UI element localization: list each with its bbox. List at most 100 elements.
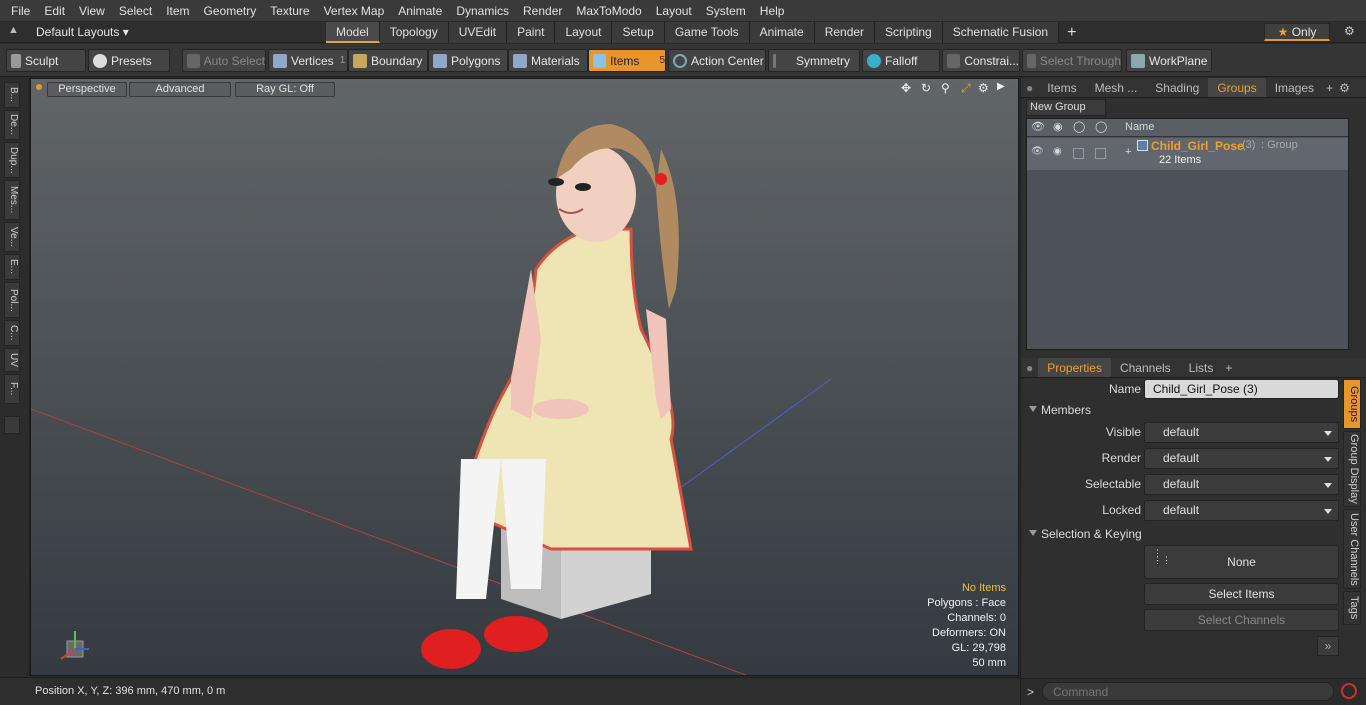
tab-topology[interactable]: Topology [379,22,449,43]
add-tab-icon[interactable]: + [1059,22,1084,43]
fit-view-icon[interactable]: ⤢ [961,81,971,96]
presets-button[interactable]: Presets [88,49,170,72]
vertices-button[interactable]: Vertices 1 [268,49,348,72]
zoom-view-icon[interactable]: ⚲ [941,81,950,95]
members-section[interactable]: Members [1027,401,1091,419]
move-view-icon[interactable]: ✥ [901,81,911,95]
menu-layout[interactable]: Layout [649,0,699,22]
left-tab-polygon[interactable]: Pol... [4,282,20,318]
tab-model[interactable]: Model [326,22,380,43]
render-dropdown[interactable]: default [1144,448,1339,469]
none-button[interactable]: ⋮ ⋮⋮ None [1144,545,1339,579]
visible-dropdown[interactable]: default [1144,422,1339,443]
groups-list[interactable]: 👁 ◉ ◯ ◯ Name 👁 ◉ + Child_Girl_Pose (3) :… [1026,118,1349,350]
row-render-icon[interactable]: ◉ [1053,146,1062,157]
sculpt-button[interactable]: Sculpt [6,49,86,72]
left-tab-uv[interactable]: UV [4,348,20,372]
menu-animate[interactable]: Animate [391,0,449,22]
tab-lists[interactable]: Lists [1180,358,1223,377]
viewport-settings-icon[interactable]: ⚙ [978,81,989,95]
left-tab-basic[interactable]: B... [4,82,20,108]
selectable-dropdown[interactable]: default [1144,474,1339,495]
menu-help[interactable]: Help [753,0,792,22]
perspective-button[interactable]: Perspective [47,82,127,97]
viewport-expand-icon[interactable]: ▶ [997,81,1005,92]
row-lock-checkbox[interactable] [1073,148,1084,159]
add-props-tab-icon[interactable]: + [1222,358,1235,377]
group-row[interactable]: 👁 ◉ + Child_Girl_Pose (3) : Group 22 Ite… [1027,138,1348,170]
left-tab-deform[interactable]: De... [4,110,20,140]
tab-paint[interactable]: Paint [507,22,556,43]
tab-schematic-fusion[interactable]: Schematic Fusion [942,22,1060,43]
visibility-column-icon[interactable]: 👁 [1031,120,1045,133]
viewport-menu-dot[interactable] [36,84,42,90]
tab-scripting[interactable]: Scripting [875,22,943,43]
side-tab-user-channels[interactable]: User Channels [1343,509,1361,589]
add-panel-tab-icon[interactable]: + [1323,78,1336,97]
menu-file[interactable]: File [4,0,37,22]
menu-texture[interactable]: Texture [263,0,316,22]
side-tab-tags[interactable]: Tags [1343,591,1361,625]
expand-more-button[interactable]: » [1317,636,1339,656]
select-items-button[interactable]: Select Items [1144,583,1339,605]
tab-groups[interactable]: Groups [1208,78,1266,97]
menu-render[interactable]: Render [516,0,569,22]
lock-column-icon[interactable]: ◯ [1073,120,1085,133]
panel-menu-icon[interactable]: ● [1021,78,1038,97]
tab-render[interactable]: Render [814,22,876,43]
panel-expand-icon[interactable]: ⚙ [1336,78,1353,97]
select-channels-button[interactable]: Select Channels [1144,609,1339,631]
tab-mesh[interactable]: Mesh ... [1086,78,1147,97]
name-field[interactable]: Child_Girl_Pose (3) [1144,379,1339,399]
menu-view[interactable]: View [72,0,112,22]
left-tab-extra[interactable] [4,416,20,434]
only-button[interactable]: ★ Only [1264,23,1330,41]
workplane-button[interactable]: WorkPlane [1126,49,1212,72]
items-button[interactable]: Items 5 [588,49,666,72]
tab-properties[interactable]: Properties [1038,358,1111,377]
tab-game-tools[interactable]: Game Tools [664,22,750,43]
rotate-view-icon[interactable]: ↻ [921,81,931,95]
menu-geometry[interactable]: Geometry [197,0,264,22]
menu-item[interactable]: Item [159,0,196,22]
left-tab-curve[interactable]: C... [4,320,20,346]
menu-system[interactable]: System [699,0,753,22]
materials-button[interactable]: Materials [508,49,588,72]
new-group-button[interactable]: New Group [1026,99,1106,116]
tab-layout[interactable]: Layout [555,22,613,43]
selection-keying-section[interactable]: Selection & Keying [1027,525,1142,543]
boundary-button[interactable]: Boundary [348,49,428,72]
action-center-button[interactable]: Action Center [668,49,766,72]
render-column-icon[interactable]: ◉ [1053,120,1063,133]
auto-select-button[interactable]: Auto Select [182,49,266,72]
tab-setup[interactable]: Setup [612,22,665,43]
left-tab-mesh[interactable]: Mes... [4,180,20,220]
command-input[interactable] [1042,682,1334,701]
symmetry-button[interactable]: Symmetry [768,49,860,72]
select-column-icon[interactable]: ◯ [1095,120,1107,133]
left-tab-edge[interactable]: E... [4,254,20,280]
settings-icon[interactable]: ⚙ [1344,24,1355,38]
constrain-button[interactable]: Constrai... [942,49,1020,72]
menu-edit[interactable]: Edit [37,0,72,22]
left-tab-vertex[interactable]: Ve... [4,222,20,252]
layout-dropdown[interactable]: Default Layouts ▾ [36,25,129,39]
tab-uvedit[interactable]: UVEdit [448,22,508,43]
falloff-button[interactable]: Falloff [862,49,940,72]
tab-channels[interactable]: Channels [1111,358,1180,377]
menu-dynamics[interactable]: Dynamics [449,0,516,22]
menu-vertex-map[interactable]: Vertex Map [317,0,392,22]
tab-animate[interactable]: Animate [749,22,815,43]
layout-arrow-icon[interactable]: ▲ [8,24,19,36]
polygons-button[interactable]: Polygons [428,49,508,72]
panel-menu-icon-2[interactable]: ● [1021,358,1038,377]
left-tab-fusion[interactable]: F... [4,374,20,404]
locked-dropdown[interactable]: default [1144,500,1339,521]
tab-images[interactable]: Images [1266,78,1323,97]
3d-viewport[interactable]: Perspective Advanced Ray GL: Off ✥ ↻ ⚲ ⤢… [30,78,1019,676]
side-tab-group-display[interactable]: Group Display [1343,431,1361,507]
tab-items[interactable]: Items [1038,78,1085,97]
menu-maxtomodo[interactable]: MaxToModo [569,0,648,22]
side-tab-groups[interactable]: Groups [1343,379,1361,429]
tab-shading[interactable]: Shading [1146,78,1208,97]
